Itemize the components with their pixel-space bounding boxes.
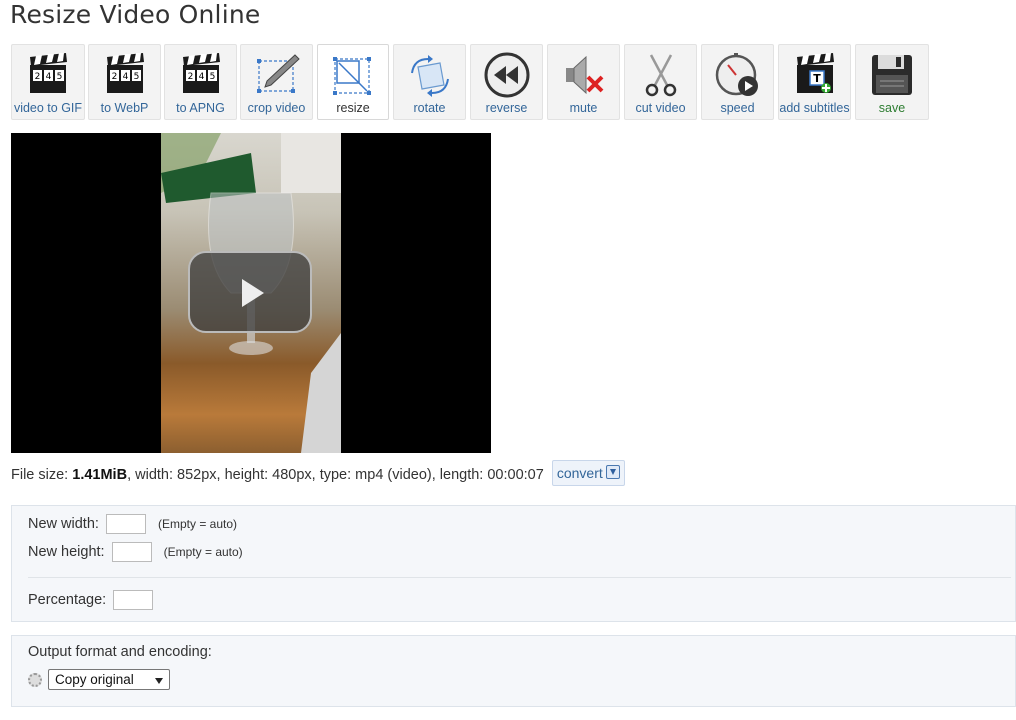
height-hint: (Empty = auto) [163, 544, 243, 559]
tool-label: cut video [635, 101, 686, 115]
tool-toolbar: 2 4 5 video to GIF 2 4 5 to WebP 2 4 5 t… [11, 44, 931, 122]
tool-label: to WebP [100, 101, 149, 115]
width-label: New width: [28, 515, 99, 532]
divider [28, 577, 1011, 578]
tool-label: speed [720, 101, 755, 115]
tool-resize[interactable]: resize [317, 44, 389, 120]
tool-crop-video[interactable]: crop video [240, 44, 313, 120]
page-title: Resize Video Online [10, 0, 261, 29]
svg-text:T: T [813, 72, 821, 85]
svg-text:4: 4 [46, 72, 52, 82]
convert-button[interactable]: convert [551, 460, 625, 486]
output-format-label: Output format and encoding: [28, 644, 212, 660]
download-icon [605, 465, 620, 479]
svg-text:2: 2 [187, 72, 193, 82]
tool-label: add subtitles [779, 101, 850, 115]
width-row: New width: (Empty = auto) [28, 514, 237, 534]
chevron-down-icon [155, 678, 163, 684]
tool-rotate[interactable]: rotate [393, 44, 466, 120]
clapperboard-icon: 2 4 5 [182, 53, 220, 93]
output-format-selected: Copy original [55, 672, 134, 687]
percentage-row: Percentage: [28, 590, 154, 610]
file-info-prefix: File size: [11, 467, 73, 483]
tool-cut-video[interactable]: cut video [624, 44, 697, 120]
tool-label: reverse [485, 101, 528, 115]
tool-label: crop video [247, 101, 306, 115]
percentage-input[interactable] [113, 590, 154, 610]
clapperboard-icon: 2 4 5 [106, 53, 144, 93]
svg-text:4: 4 [122, 72, 128, 82]
tool-save[interactable]: save [855, 44, 929, 120]
tool-video-to-gif[interactable]: 2 4 5 video to GIF [11, 44, 85, 120]
percentage-label: Percentage: [28, 591, 107, 608]
svg-text:5: 5 [57, 72, 63, 82]
reverse-icon [484, 52, 529, 98]
tool-to-webp[interactable]: 2 4 5 to WebP [88, 44, 161, 120]
crop-icon [256, 54, 300, 93]
tool-label: to APNG [176, 101, 225, 115]
speed-icon [715, 53, 758, 96]
convert-label: convert [556, 465, 603, 481]
tool-reverse[interactable]: reverse [470, 44, 543, 120]
gear-icon [28, 673, 42, 687]
scissors-icon [645, 54, 676, 97]
width-hint: (Empty = auto) [157, 516, 238, 531]
video-player[interactable] [11, 133, 491, 453]
clapperboard-icon: 2 4 5 [30, 53, 67, 93]
svg-text:2: 2 [111, 72, 117, 82]
resize-options-panel: New width: (Empty = auto) New height: (E… [11, 505, 1016, 622]
height-label: New height: [28, 543, 105, 560]
file-info: File size: 1.41MiB, width: 852px, height… [11, 460, 625, 487]
subtitles-icon: T [796, 53, 834, 93]
tool-label: rotate [413, 101, 446, 115]
height-input[interactable] [111, 542, 152, 562]
play-button[interactable] [188, 251, 312, 333]
tool-mute[interactable]: mute [547, 44, 620, 120]
tool-label: save [878, 101, 906, 115]
output-format-panel: Output format and encoding: Copy origina… [11, 635, 1016, 707]
tool-label: mute [569, 101, 598, 115]
file-size-value: 1.41MiB [72, 467, 128, 483]
height-row: New height: (Empty = auto) [28, 542, 243, 562]
file-info-details: , width: 852px, height: 480px, type: mp4… [127, 467, 544, 483]
resize-icon [333, 57, 371, 95]
mute-icon [565, 55, 603, 95]
save-icon [872, 55, 912, 95]
rotate-icon [410, 55, 449, 97]
tool-label: resize [336, 101, 370, 115]
tool-speed[interactable]: speed [701, 44, 774, 120]
svg-text:4: 4 [198, 72, 204, 82]
width-input[interactable] [105, 514, 146, 534]
output-format-select[interactable]: Copy original [48, 669, 170, 690]
svg-text:5: 5 [209, 72, 215, 82]
svg-text:2: 2 [35, 72, 41, 82]
tool-add-subtitles[interactable]: T add subtitles [778, 44, 851, 120]
svg-text:5: 5 [133, 72, 139, 82]
tool-label: video to GIF [13, 101, 83, 115]
tool-to-apng[interactable]: 2 4 5 to APNG [164, 44, 237, 120]
